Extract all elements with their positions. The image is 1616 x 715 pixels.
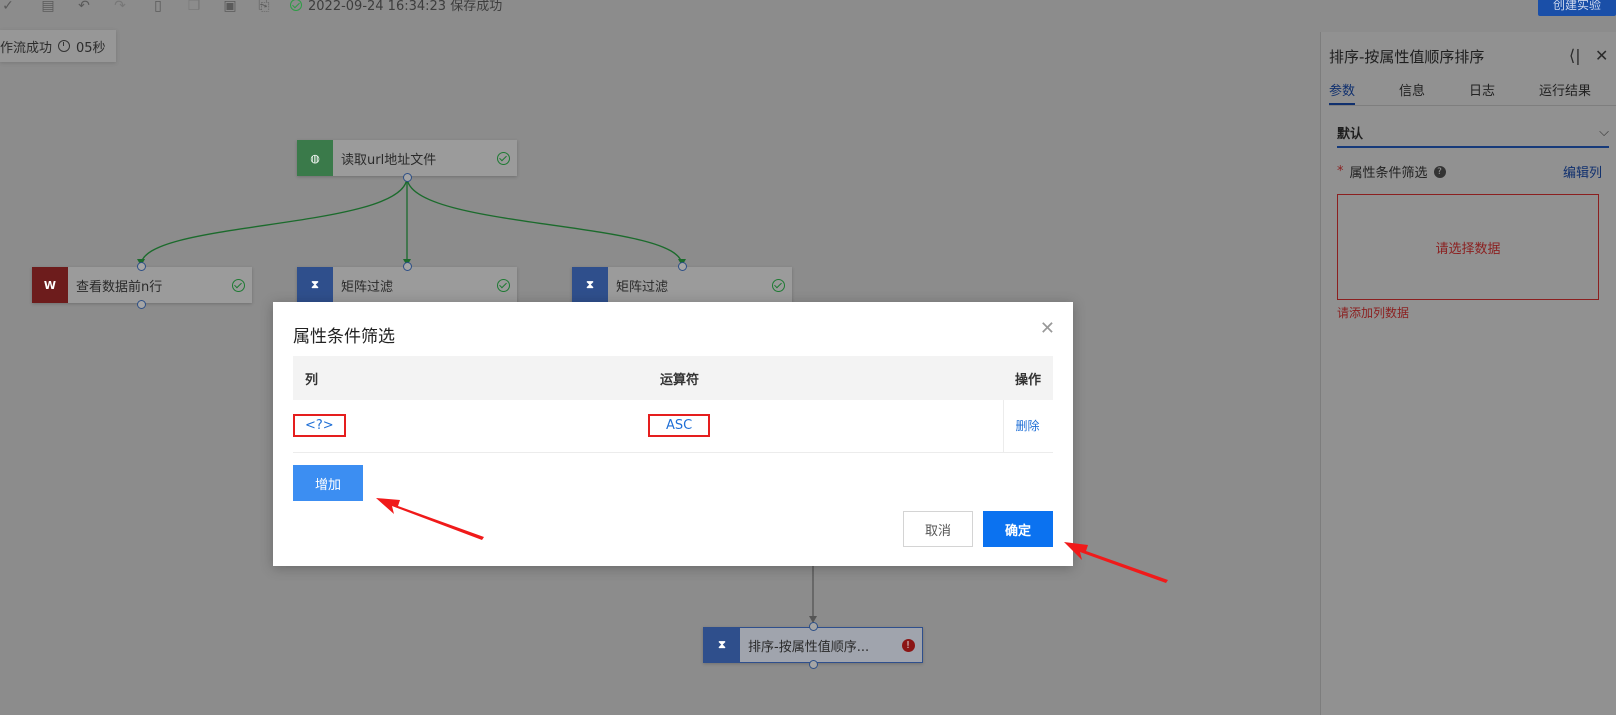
hourglass-icon: ⧗ [704,627,740,663]
input-port[interactable] [809,622,818,631]
save-status-text: 2022-09-24 16:34:23 保存成功 [308,0,503,14]
clock-icon [58,40,71,52]
add-row-button[interactable]: 增加 [293,465,363,501]
dialog-title: 属性条件筛选 [293,327,395,347]
run-status-badge: 作流成功 05秒 [0,30,116,62]
required-mark: * [1337,164,1344,179]
column-header-column: 列 [293,356,648,400]
undo-icon[interactable]: ↶ [76,0,92,14]
check-icon[interactable]: ✓ [0,0,16,14]
input-port[interactable] [403,262,412,271]
node-label: 矩阵过滤 [341,279,394,295]
node-matrix-filter-1[interactable]: ⧗ 矩阵过滤 [297,267,517,303]
node-label: 矩阵过滤 [616,279,669,295]
hourglass-icon: ⧗ [297,267,333,303]
empty-placeholder: 请选择数据 [1435,241,1501,257]
success-icon [496,278,510,292]
tab-results[interactable]: 运行结果 [1539,80,1591,105]
node-label: 查看数据前n行 [76,279,163,295]
success-icon [290,0,302,11]
node-label: 排序-按属性值顺序... [748,639,870,655]
save-icon[interactable]: ▣ [222,0,238,14]
node-matrix-filter-2[interactable]: ⧗ 矩阵过滤 [572,267,792,303]
section-title: 默认 [1337,126,1364,142]
create-experiment-button[interactable]: 创建实验 [1538,0,1616,16]
input-port[interactable] [137,262,146,271]
success-icon [231,278,245,292]
help-icon[interactable]: ? [1433,165,1446,178]
confirm-button[interactable]: 确定 [983,511,1053,547]
node-label: 读取url地址文件 [341,152,437,168]
run-duration: 05秒 [76,40,106,56]
properties-panel: 排序-按属性值顺序排序 ⟨| ✕ 参数 信息 日志 运行结果 默认 ⌵ * 属性… [1320,32,1616,715]
panel-tabs: 参数 信息 日志 运行结果 [1329,80,1616,106]
document-icon[interactable]: ▯ [150,0,166,14]
delete-row-link[interactable]: 删除 [1016,419,1040,433]
save-status: 2022-09-24 16:34:23 保存成功 [290,0,502,14]
run-status-text: 作流成功 [0,40,53,56]
field-label-text: 属性条件筛选 [1349,166,1428,181]
layout-icon[interactable]: ▤ [40,0,56,14]
section-default[interactable]: 默认 ⌵ [1337,118,1609,148]
output-port[interactable] [403,173,412,182]
column-header-operator: 运算符 [648,356,1003,400]
workflow-canvas[interactable]: ✓ ▤ ↶ ↷ ▯ ❐ ▣ ⎘ 2022-09-24 16:34:23 保存成功… [0,0,1616,715]
copy-icon[interactable]: ❐ [186,0,202,14]
condition-table: 列 运算符 操作 <?> ASC 删除 [293,356,1053,453]
edge-read-to-filter2 [406,176,683,266]
top-toolbar: ✓ ▤ ↶ ↷ ▯ ❐ ▣ ⎘ 2022-09-24 16:34:23 保存成功… [0,0,1616,18]
table-row: <?> ASC 删除 [293,400,1053,453]
table-view-icon: W [32,267,68,303]
output-port[interactable] [137,300,146,309]
input-port[interactable] [678,262,687,271]
field-label: * 属性条件筛选 ? [1337,162,1446,181]
cancel-button[interactable]: 取消 [903,511,973,547]
tab-params[interactable]: 参数 [1329,80,1356,105]
success-icon [771,278,785,292]
condition-filter-dialog: 属性条件筛选 ✕ 列 运算符 操作 <?> ASC 删除 增加 取消 确定 [273,302,1073,566]
edge-read-to-view [140,176,408,266]
success-icon [496,151,510,165]
edit-columns-link[interactable]: 编辑列 [1563,162,1602,181]
tab-info[interactable]: 信息 [1399,80,1425,105]
tab-logs[interactable]: 日志 [1469,80,1495,105]
chevron-down-icon: ⌵ [1599,124,1609,140]
collapse-icon[interactable]: ⟨| [1569,46,1581,65]
error-icon: ! [901,638,915,652]
close-icon[interactable]: ✕ [1040,318,1055,339]
redo-icon[interactable]: ↷ [112,0,128,14]
panel-title: 排序-按属性值顺序排序 [1329,48,1485,66]
node-view-top-n[interactable]: W 查看数据前n行 [32,267,252,303]
column-header-action: 操作 [1003,356,1053,400]
node-sort[interactable]: ⧗ 排序-按属性值顺序... ! [703,627,923,663]
operator-selector[interactable]: ASC [648,414,711,438]
annotation-arrow-confirm [1064,542,1168,583]
output-port[interactable] [809,660,818,669]
close-icon[interactable]: ✕ [1595,46,1608,65]
node-read-url[interactable]: ◍ 读取url地址文件 [297,140,517,176]
column-select-box[interactable]: 请选择数据 [1337,194,1599,300]
error-message: 请添加列数据 [1337,306,1410,320]
database-icon: ◍ [297,140,333,176]
hourglass-icon: ⧗ [572,267,608,303]
export-icon[interactable]: ⎘ [256,0,272,14]
column-selector[interactable]: <?> [293,414,346,438]
